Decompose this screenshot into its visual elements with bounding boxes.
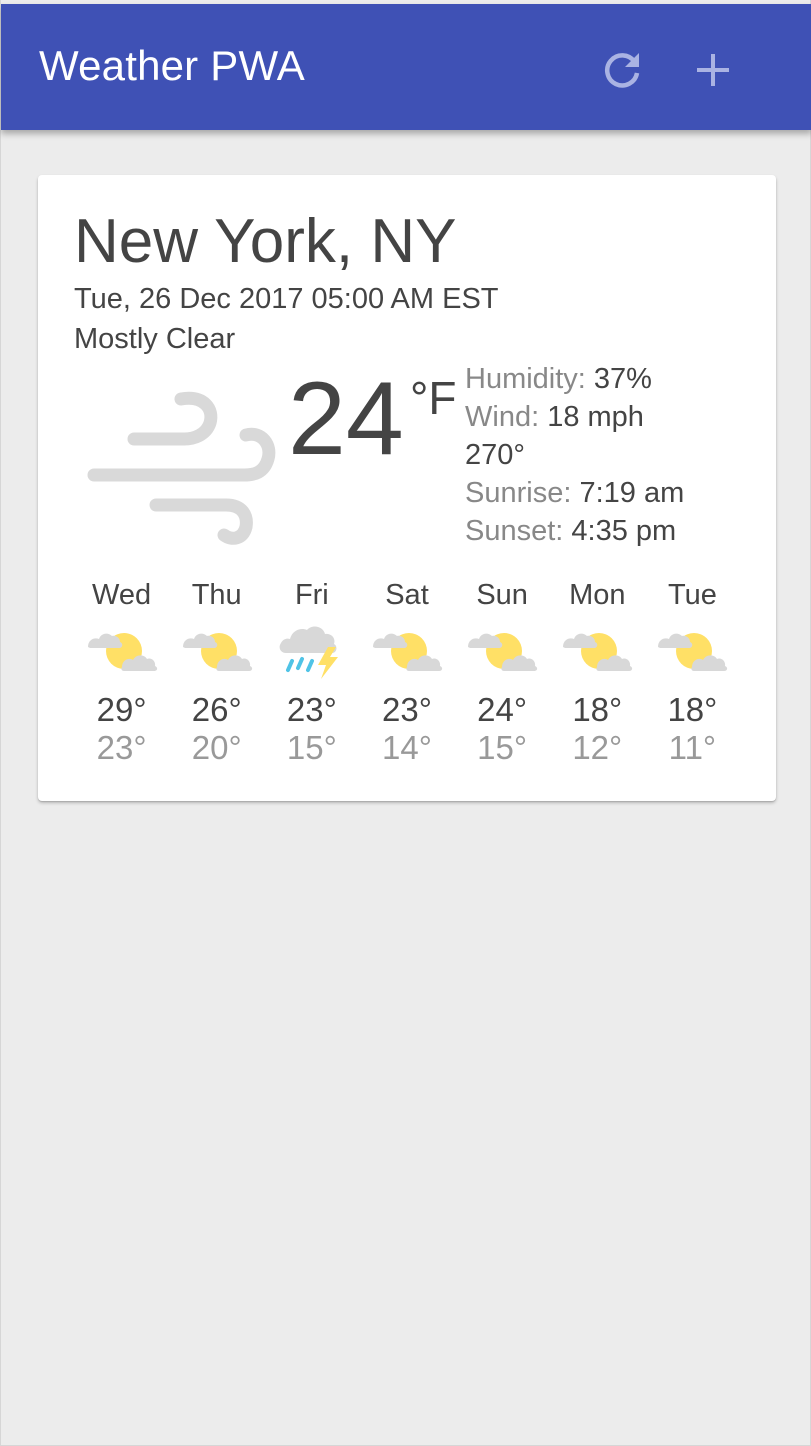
- add-city-button[interactable]: [691, 48, 735, 92]
- temperature-unit: °F: [410, 372, 457, 424]
- sunset-value: 4:35 pm: [571, 515, 677, 547]
- day-high-temp: 24°: [477, 691, 528, 728]
- humidity-value: 37%: [593, 363, 652, 395]
- thunderstorm-icon: [279, 626, 338, 679]
- forecast-day: Fri 23° 15°: [264, 573, 359, 767]
- day-high-temp: 18°: [572, 691, 623, 728]
- current-temperature: 24: [288, 361, 404, 477]
- day-name: Sun: [476, 579, 528, 611]
- day-high-temp: 23°: [382, 691, 432, 728]
- add-icon: [697, 54, 729, 86]
- weather-card: New York, NY Tue, 26 Dec 2017 05:00 AM E…: [38, 175, 776, 801]
- sunrise-row: Sunrise: 7:19 am: [465, 474, 755, 512]
- day-low-temp: 14°: [382, 729, 432, 766]
- partly-cloudy-icon: [372, 633, 443, 671]
- day-low-temp: 11°: [668, 729, 717, 766]
- refresh-button[interactable]: [601, 48, 645, 92]
- day-low-temp: 23°: [96, 729, 147, 766]
- partly-cloudy-icon: [563, 633, 633, 671]
- weather-description: Mostly Clear: [74, 323, 236, 355]
- app-header: Weather PWA: [1, 4, 811, 130]
- wind-icon: [87, 391, 276, 545]
- humidity-row: Humidity: 37%: [465, 360, 755, 398]
- forecast-day: Thu 26° 20°: [169, 573, 264, 767]
- partly-cloudy-icon: [468, 633, 538, 671]
- day-name: Mon: [569, 579, 626, 611]
- day-high-temp: 29°: [96, 691, 147, 728]
- day-high-temp: 18°: [667, 691, 718, 728]
- day-name: Fri: [294, 579, 329, 611]
- wind-row: Wind: 18 mph: [465, 398, 755, 436]
- app-title: Weather PWA: [39, 42, 305, 89]
- day-high-temp: 23°: [286, 691, 337, 728]
- refresh-icon: [604, 53, 640, 88]
- forecast-day: Tue 18° 11°: [645, 573, 740, 767]
- forecast-day: Wed 29° 23°: [74, 573, 169, 767]
- seven-day-forecast: Wed 29° 23° Thu 26° 20° Fri 23° 15° Sat …: [74, 573, 740, 767]
- sunset-label: Sunset:: [465, 515, 564, 547]
- day-low-temp: 20°: [191, 729, 242, 766]
- forecast-day: Sun 24° 15°: [455, 573, 550, 767]
- sunset-row: Sunset: 4:35 pm: [465, 512, 755, 550]
- day-name: Wed: [92, 579, 152, 611]
- location-name: New York, NY: [74, 207, 457, 276]
- sunrise-value: 7:19 am: [579, 477, 685, 509]
- wind-direction: 270°: [465, 439, 525, 471]
- sunrise-label: Sunrise:: [465, 477, 572, 509]
- partly-cloudy-icon: [658, 633, 728, 671]
- partly-cloudy-icon: [182, 633, 252, 671]
- wind-speed: 18 mph: [547, 401, 644, 433]
- wind-label: Wind:: [465, 401, 540, 433]
- day-name: Sat: [385, 579, 429, 611]
- forecast-day: Sat 23° 14°: [359, 573, 454, 767]
- day-low-temp: 15°: [286, 729, 337, 766]
- day-low-temp: 15°: [477, 729, 528, 766]
- day-low-temp: 12°: [572, 729, 623, 766]
- day-name: Thu: [191, 579, 242, 611]
- weather-details: Humidity: 37% Wind: 18 mph 270° Sunrise:…: [465, 360, 755, 550]
- day-name: Tue: [667, 579, 717, 611]
- day-high-temp: 26°: [191, 691, 242, 728]
- forecast-day: Mon 18° 12°: [550, 573, 645, 767]
- partly-cloudy-icon: [87, 633, 157, 671]
- humidity-label: Humidity:: [465, 363, 586, 395]
- forecast-date: Tue, 26 Dec 2017 05:00 AM EST: [74, 283, 499, 315]
